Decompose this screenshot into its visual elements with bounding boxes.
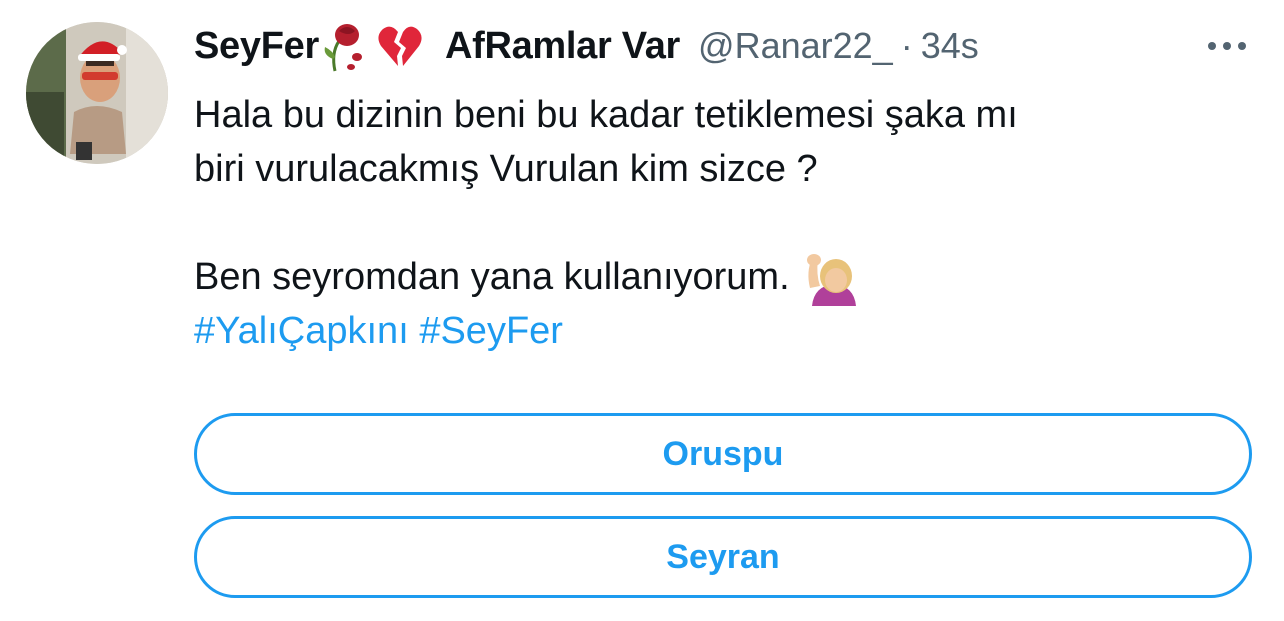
tweet-text-line: Hala bu dizinin beni bu kadar tetiklemes…: [194, 94, 1018, 136]
wilted-rose-icon: [321, 19, 365, 73]
hashtag-link[interactable]: #SeyFer: [419, 310, 563, 352]
avatar-image: [26, 22, 168, 164]
more-dots-icon[interactable]: [1200, 28, 1254, 64]
separator-dot: ·: [900, 25, 913, 66]
tweet-text-line: biri vurulacakmış Vurulan kim sizce ?: [194, 148, 818, 190]
tweet-text-line-3: Ben seyromdan yana kullanıyorum.: [194, 256, 790, 298]
hashtag-link[interactable]: #YalıÇapkını: [194, 310, 409, 352]
tweet-text-line: Ben seyromdan yana kullanıyorum.: [194, 250, 1254, 306]
avatar[interactable]: [26, 22, 168, 164]
tweet-header: SeyFer AfRamlar Var @Ranar22_ · 34s: [194, 18, 1254, 74]
hashtag-line: #YalıÇapkını #SeyFer: [194, 304, 1254, 358]
display-name[interactable]: SeyFer: [194, 25, 319, 68]
display-name-suffix[interactable]: AfRamlar Var: [445, 25, 680, 68]
tweet-timestamp[interactable]: 34s: [921, 25, 979, 67]
person-raising-hand-icon: [804, 252, 864, 306]
poll-option-button[interactable]: Seyran: [194, 516, 1252, 598]
poll-option-button[interactable]: Oruspu: [194, 413, 1252, 495]
broken-heart-icon: [377, 24, 423, 68]
tweet-text: Hala bu dizinin beni bu kadar tetiklemes…: [194, 88, 1254, 358]
user-handle[interactable]: @Ranar22_: [698, 25, 893, 67]
